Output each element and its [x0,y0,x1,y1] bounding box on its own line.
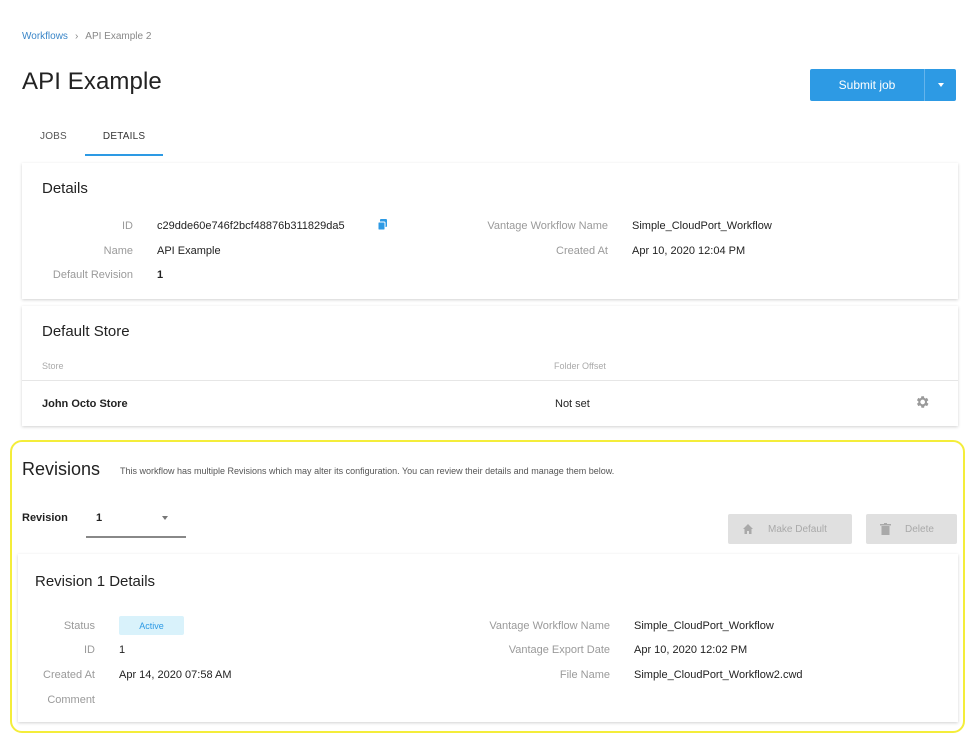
revision-select-label: Revision [22,512,68,524]
revision-id-label: ID [84,644,95,656]
revision-created-label: Created At [43,669,95,681]
comment-label: Comment [47,694,95,706]
make-default-label: Make Default [768,523,827,535]
created-at-label: Created At [556,245,608,257]
file-name-value: Simple_CloudPort_Workflow2.cwd [634,669,803,681]
created-at-value: Apr 10, 2020 12:04 PM [632,245,746,257]
home-icon [743,524,753,534]
revision-select-value: 1 [96,512,103,524]
default-store-card: Default Store Store Folder Offset John O… [22,306,958,426]
vantage-workflow-name-label: Vantage Workflow Name [487,220,608,232]
revisions-title: Revisions [22,459,101,479]
tab-details[interactable]: DETAILS [84,122,164,156]
breadcrumb-link-workflows[interactable]: Workflows [22,31,68,42]
breadcrumb-separator-icon: › [74,31,79,42]
default-store-title: Default Store [42,323,130,340]
submit-job-button[interactable]: Submit job [810,69,924,101]
file-name-label: File Name [559,669,610,681]
revision-vantage-name-label: Vantage Workflow Name [489,620,610,632]
delete-label: Delete [905,523,934,535]
breadcrumb: Workflows › API Example 2 [22,31,151,42]
folder-offset-column-header: Folder Offset [554,361,606,371]
store-name: John Octo Store [42,398,128,410]
store-column-header: Store [42,361,64,371]
revision-created-value: Apr 14, 2020 07:58 AM [119,669,232,681]
gear-icon[interactable] [914,394,930,410]
tab-bar: JOBS DETAILS [22,122,164,156]
submit-job-group: Submit job [810,69,956,101]
id-label: ID [122,220,133,232]
vantage-workflow-name-value: Simple_CloudPort_Workflow [632,220,772,232]
chevron-down-icon [162,516,168,520]
details-title: Details [42,180,88,197]
export-date-value: Apr 10, 2020 12:02 PM [634,644,748,656]
table-divider [22,380,958,381]
tab-jobs[interactable]: JOBS [22,122,85,156]
default-revision-value: 1 [157,269,164,281]
status-badge: Active [119,616,184,635]
revision-details-title: Revision 1 Details [35,573,156,590]
details-card: Details ID c29dde60e746f2bcf48876b311829… [22,163,958,299]
default-revision-label: Default Revision [52,269,133,281]
export-date-label: Vantage Export Date [508,644,610,656]
revision-vantage-name-value: Simple_CloudPort_Workflow [634,620,774,632]
page-title: API Example [22,68,162,95]
revision-id-value: 1 [119,644,126,656]
copy-icon[interactable] [378,219,387,230]
make-default-button[interactable]: Make Default [728,514,852,544]
chevron-down-icon [937,83,944,87]
breadcrumb-current: API Example 2 [85,31,152,42]
id-value: c29dde60e746f2bcf48876b311829da5 [157,220,345,232]
status-label: Status [63,620,95,632]
revision-details-card: Revision 1 Details Status ID 1 Created A… [18,554,958,722]
name-label: Name [103,245,133,257]
submit-job-dropdown-button[interactable] [924,69,956,101]
name-value: API Example [157,245,221,257]
folder-offset-value: Not set [555,398,590,410]
trash-icon [880,523,891,535]
revisions-description: This workflow has multiple Revisions whi… [120,466,615,476]
revision-select[interactable]: 1 [86,498,186,538]
delete-button[interactable]: Delete [866,514,957,544]
